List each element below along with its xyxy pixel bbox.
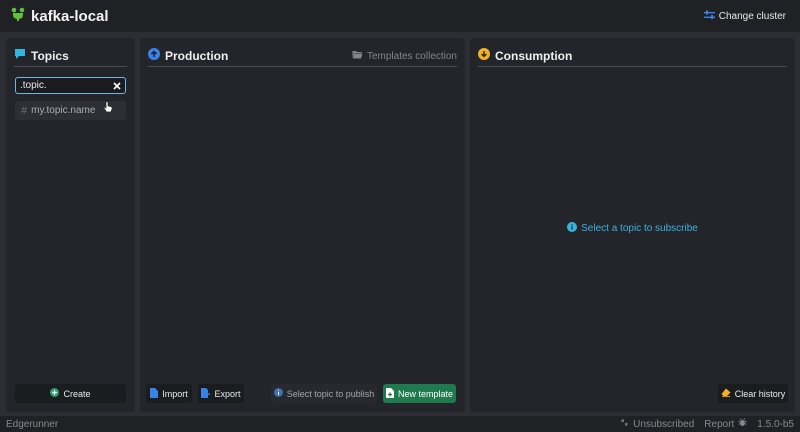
- subscription-status-text: Unsubscribed: [633, 418, 695, 430]
- export-label: Export: [214, 388, 241, 399]
- export-button[interactable]: Export: [198, 384, 244, 403]
- footer-right: Unsubscribed Report 1.5.0-b5: [620, 418, 794, 430]
- topics-title: Topics: [31, 49, 69, 63]
- unlink-icon: [620, 418, 629, 430]
- subscription-status: Unsubscribed: [620, 418, 694, 430]
- topics-panel: Topics # my.topic.name Create: [6, 38, 135, 412]
- subscribe-message: Select a topic to subscribe: [581, 223, 698, 234]
- bug-icon: [738, 418, 748, 430]
- import-label: Import: [162, 388, 188, 399]
- topic-name: my.topic.name: [31, 105, 96, 116]
- close-icon[interactable]: [113, 81, 121, 90]
- topic-search[interactable]: [15, 77, 126, 94]
- file-export-icon: [201, 387, 211, 400]
- status-bar: Edgerunner Unsubscribed Report 1.5.0-b5: [0, 416, 800, 432]
- import-button[interactable]: Import: [146, 384, 192, 403]
- report-label: Report: [704, 418, 735, 430]
- templates-collection-button[interactable]: Templates collection: [352, 50, 457, 62]
- arrow-down-circle-icon: [478, 47, 490, 65]
- folder-open-icon: [352, 50, 363, 62]
- change-cluster-label: Change cluster: [718, 10, 786, 22]
- consumption-title: Consumption: [495, 49, 573, 63]
- file-import-icon: [150, 387, 159, 400]
- change-cluster-button[interactable]: Change cluster: [703, 10, 786, 23]
- consumption-panel: Consumption Select a topic to subscribe …: [470, 38, 795, 412]
- select-topic-to-publish-button[interactable]: Select topic to publish: [271, 384, 377, 403]
- templates-collection-label: Templates collection: [366, 50, 457, 62]
- chat-bubble-icon: [14, 47, 26, 65]
- info-circle-icon: [273, 388, 283, 399]
- kafka-plug-icon: [10, 6, 26, 27]
- topic-search-input[interactable]: [20, 80, 108, 91]
- topics-header: Topics: [14, 46, 127, 67]
- production-title: Production: [165, 49, 229, 63]
- production-panel: Production Templates collection Import E…: [140, 38, 465, 412]
- file-plus-icon: [385, 387, 394, 400]
- report-link[interactable]: Report: [704, 418, 748, 430]
- consumption-header: Consumption: [478, 46, 787, 67]
- arrow-up-circle-icon: [148, 47, 160, 65]
- create-topic-button[interactable]: Create: [15, 384, 126, 403]
- hand-cursor-icon: [103, 100, 113, 118]
- eraser-icon: [721, 388, 731, 399]
- create-label: Create: [63, 388, 91, 399]
- production-header: Production Templates collection: [148, 46, 457, 67]
- clear-history-button[interactable]: Clear history: [718, 384, 788, 403]
- info-circle-icon: [567, 222, 578, 235]
- sliders-icon: [703, 10, 715, 23]
- new-template-button[interactable]: New template: [383, 384, 456, 403]
- top-bar: kafka-local Change cluster: [0, 0, 800, 32]
- app-version: 1.5.0-b5: [757, 418, 794, 430]
- brand: kafka-local: [10, 6, 109, 27]
- select-topic-label: Select topic to publish: [286, 388, 375, 399]
- new-template-label: New template: [397, 388, 454, 399]
- clear-history-label: Clear history: [734, 388, 786, 399]
- app-title: kafka-local: [31, 7, 109, 25]
- subscribe-placeholder: Select a topic to subscribe: [470, 222, 795, 235]
- hash-icon: #: [21, 104, 28, 117]
- footer-left-text: Edgerunner: [6, 418, 59, 430]
- plus-circle-icon: [50, 388, 60, 399]
